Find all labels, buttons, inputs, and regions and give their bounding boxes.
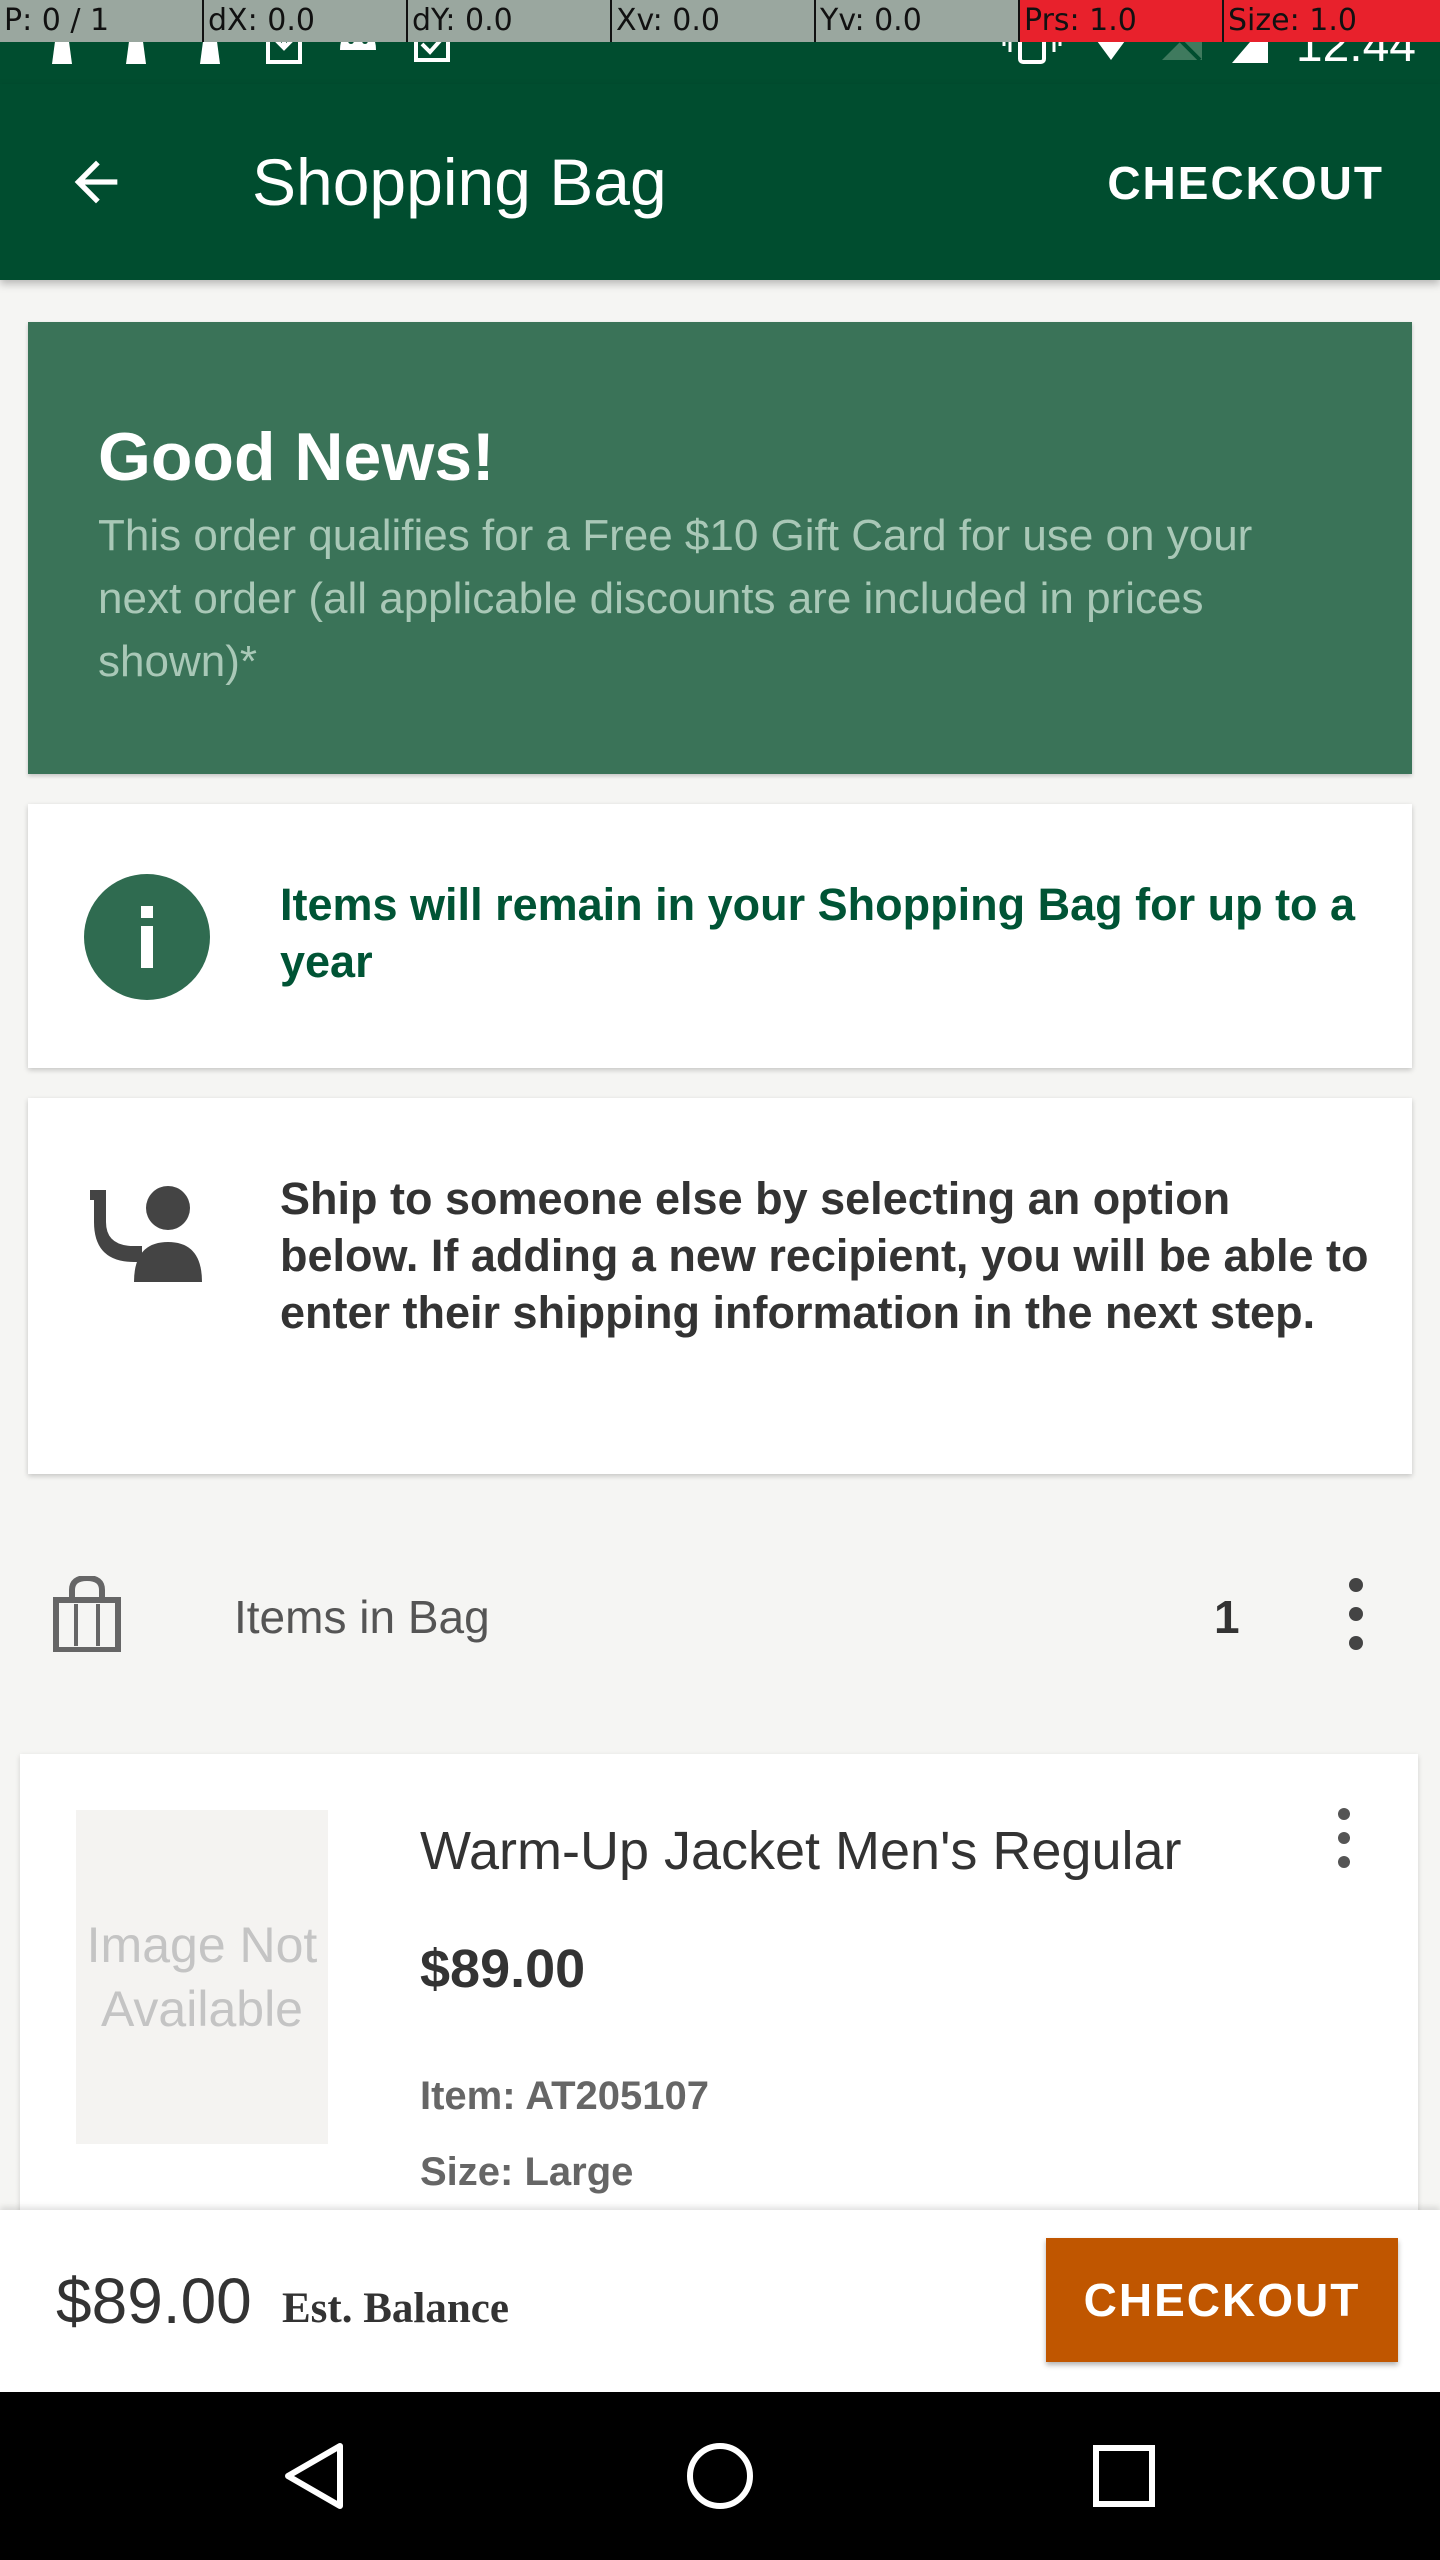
nav-back-icon[interactable]: [276, 2436, 356, 2516]
debug-size: Size: 1.0: [1224, 0, 1440, 42]
nav-recents-icon[interactable]: [1084, 2436, 1164, 2516]
info-text: Items will remain in your Shopping Bag f…: [280, 879, 1356, 987]
product-price: $89.00: [420, 1939, 586, 1999]
items-count: 1: [1214, 1591, 1240, 1643]
promo-title: Good News!: [98, 419, 495, 495]
product-size: Size: Large: [420, 2150, 634, 2194]
checkout-toolbar-button[interactable]: CHECKOUT: [1107, 156, 1384, 210]
debug-xv: Xv: 0.0: [612, 0, 816, 42]
ship-to-other-card[interactable]: Ship to someone else by selecting an opt…: [28, 1098, 1412, 1474]
app-toolbar: Shopping Bag CHECKOUT: [0, 84, 1440, 280]
bag-overflow-menu-icon[interactable]: [1336, 1578, 1376, 1650]
arrow-back-icon: [74, 160, 118, 204]
back-button[interactable]: [48, 134, 144, 230]
system-nav-bar: [0, 2392, 1440, 2560]
checkout-button[interactable]: CHECKOUT: [1046, 2238, 1398, 2362]
debug-yv: Yv: 0.0: [816, 0, 1020, 42]
product-overflow-menu-icon[interactable]: [1326, 1808, 1362, 1868]
debug-pressure: Prs: 1.0: [1020, 0, 1224, 42]
promo-body: This order qualifies for a Free $10 Gift…: [98, 511, 1253, 686]
items-in-bag-label: Items in Bag: [234, 1591, 490, 1643]
info-card: Items will remain in your Shopping Bag f…: [28, 804, 1412, 1068]
product-image-placeholder: Image Not Available: [76, 1810, 328, 2144]
product-card[interactable]: Image Not Available Warm-Up Jacket Men's…: [20, 1754, 1418, 2214]
status-bar: 12:44 P: 0 / 1 dX: 0.0 dY: 0.0 Xv: 0.0 Y…: [0, 0, 1440, 84]
promo-banner: Good News! This order qualifies for a Fr…: [28, 322, 1412, 774]
recipient-icon: [90, 1182, 210, 1282]
page-title: Shopping Bag: [252, 145, 667, 219]
balance-amount: $89.00: [56, 2265, 252, 2337]
info-icon: [84, 874, 210, 1000]
balance-label: Est. Balance: [282, 2285, 509, 2332]
nav-home-icon[interactable]: [680, 2436, 760, 2516]
checkout-bar: $89.00 Est. Balance CHECKOUT: [0, 2210, 1440, 2392]
pointer-debug-bar: P: 0 / 1 dX: 0.0 dY: 0.0 Xv: 0.0 Yv: 0.0…: [0, 0, 1440, 42]
product-item-number: Item: AT205107: [420, 2074, 710, 2118]
product-name[interactable]: Warm-Up Jacket Men's Regular: [420, 1820, 1182, 1882]
items-in-bag-header: Items in Bag 1: [0, 1540, 1440, 1690]
ship-text: Ship to someone else by selecting an opt…: [280, 1173, 1369, 1338]
debug-dx: dX: 0.0: [204, 0, 408, 42]
debug-dy: dY: 0.0: [408, 0, 612, 42]
shopping-bag-icon: [52, 1574, 122, 1653]
debug-pointer: P: 0 / 1: [0, 0, 204, 42]
